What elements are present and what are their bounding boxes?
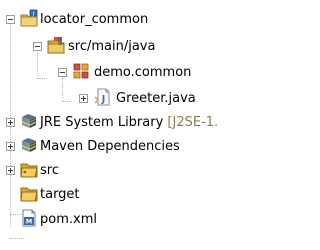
collapse-toggle[interactable]	[58, 68, 67, 77]
collapse-toggle[interactable]	[6, 15, 15, 24]
expand-toggle[interactable]	[6, 118, 15, 127]
tree-item-label: JRE System Library [J2SE-1.	[40, 114, 218, 132]
svg-text:J: J	[101, 94, 106, 105]
tree-item-label: src/main/java	[68, 39, 156, 54]
library-icon	[21, 138, 37, 152]
tree-item-label: pom.xml	[40, 212, 97, 227]
package-folder-icon	[47, 37, 65, 54]
java-file-icon: J	[94, 88, 110, 106]
tree-item-label: Greeter.java	[116, 90, 196, 108]
folder-icon	[20, 187, 38, 202]
expand-toggle[interactable]	[79, 94, 88, 103]
tree-item-label: target	[40, 187, 80, 202]
tree-connector	[10, 238, 24, 239]
svg-text:M: M	[26, 218, 32, 226]
tree-item-label: src	[40, 163, 59, 178]
library-version-suffix: [J2SE-1.	[167, 115, 219, 130]
tree-item-label: demo.common	[94, 65, 192, 80]
library-label: JRE System Library	[40, 115, 164, 130]
project-label: locator_common	[40, 12, 149, 27]
tree-row-pom-xml[interactable]: M pom.xml	[0, 205, 316, 235]
java-project-icon: J	[20, 9, 38, 27]
collapse-toggle[interactable]	[33, 42, 42, 51]
svg-text:J: J	[32, 11, 35, 17]
expand-toggle[interactable]	[6, 142, 15, 151]
tree-row-project[interactable]: J locator_common	[0, 5, 316, 35]
maven-pom-icon: M	[22, 209, 36, 227]
project-explorer-tree: J locator_common src/main/java demo.comm…	[0, 0, 316, 250]
expand-toggle[interactable]	[6, 166, 15, 175]
tree-item-label: Maven Dependencies	[40, 139, 180, 154]
library-icon	[21, 114, 37, 128]
package-icon	[73, 63, 89, 79]
folder-icon	[20, 163, 38, 178]
